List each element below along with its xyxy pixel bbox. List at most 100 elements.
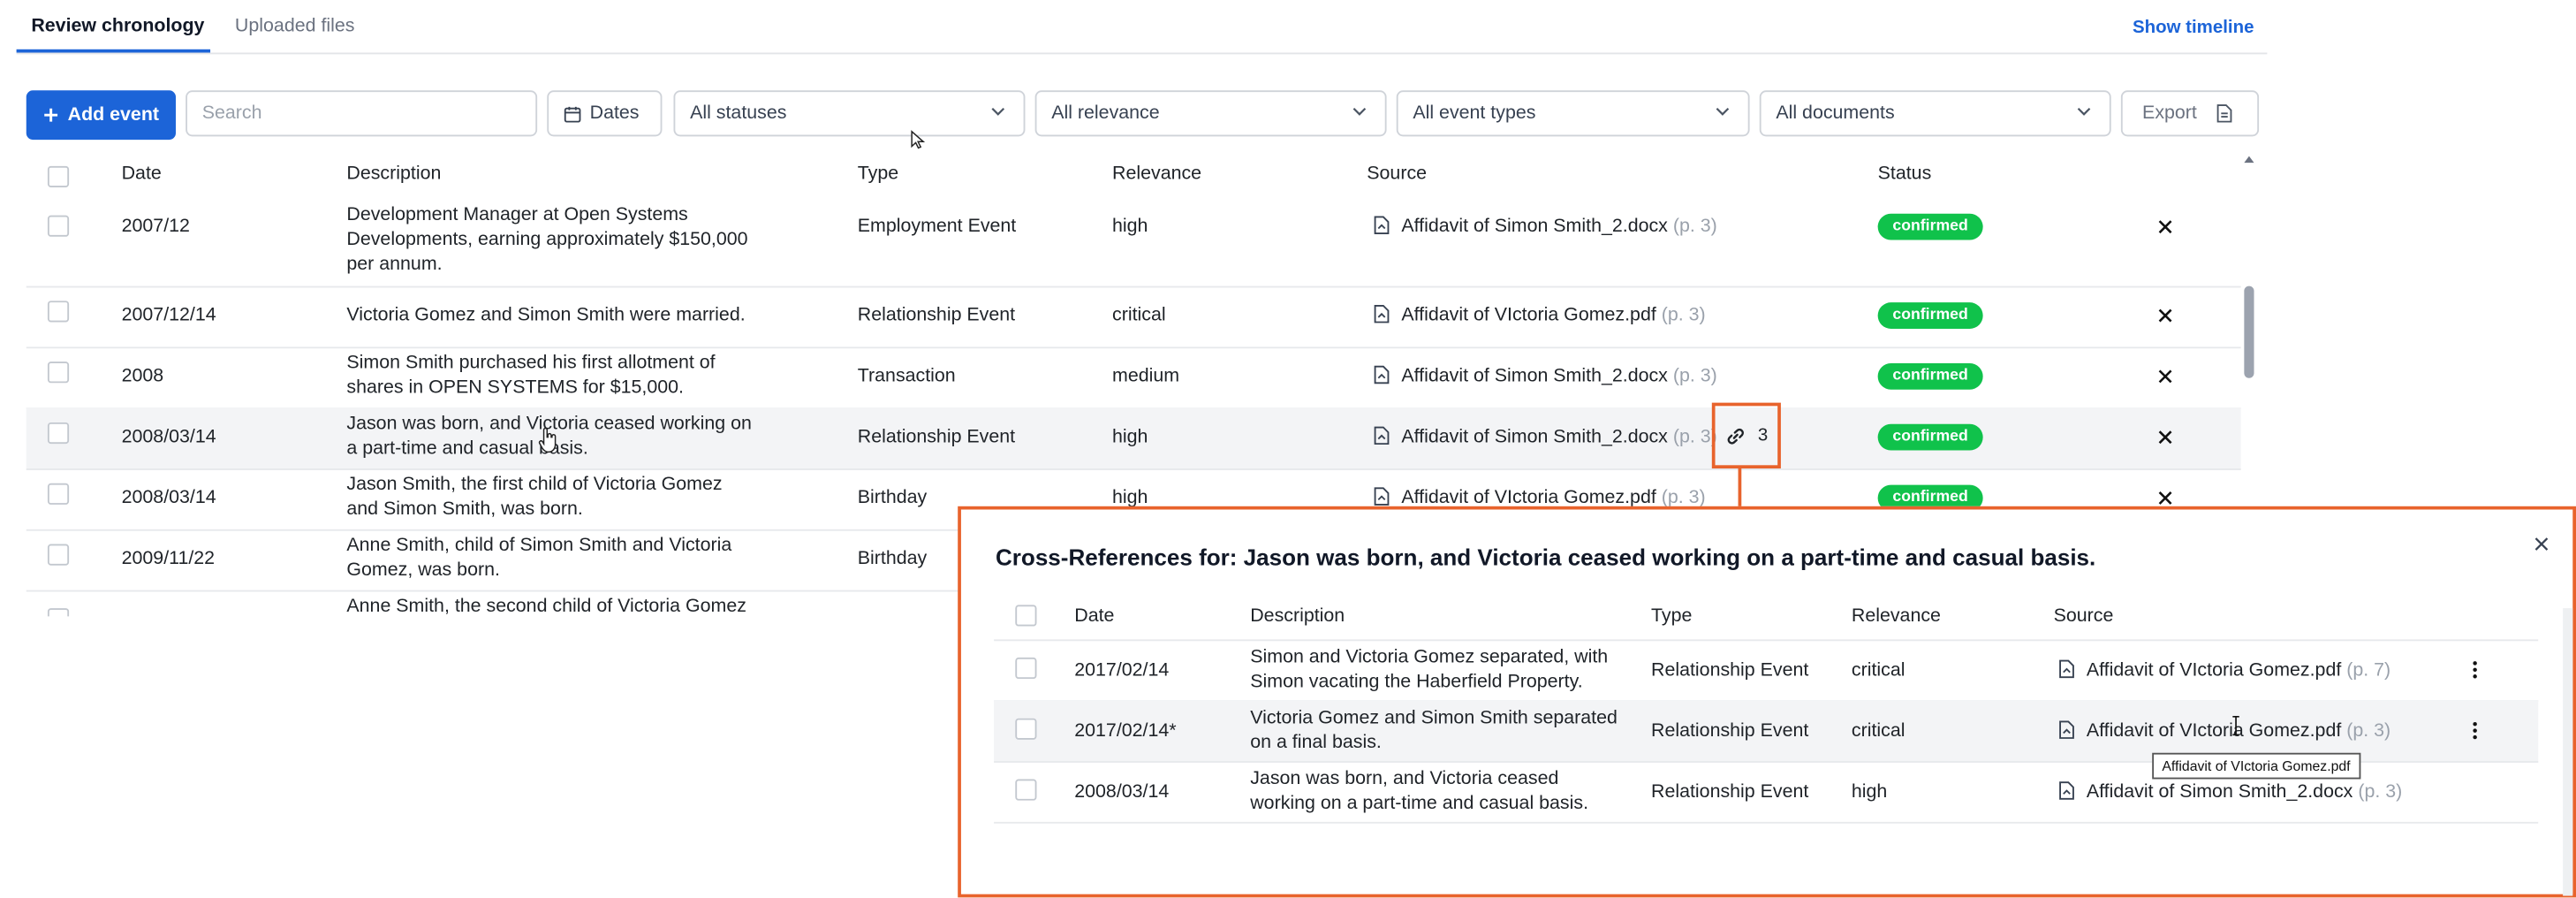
cross-reference-button[interactable]: 3: [1711, 402, 1781, 469]
row-description-line: Simon Smith purchased his first allotmen…: [346, 353, 716, 374]
cursor-arrow-icon: [911, 130, 926, 149]
row-date: 2007/12: [121, 217, 190, 237]
row-description-line: Victoria Gomez and Simon Smith separated: [1250, 708, 1618, 728]
row-relevance: medium: [1112, 366, 1180, 387]
text-cursor-icon: [2232, 715, 2239, 736]
column-header-relevance: Relevance: [1112, 164, 1202, 185]
status-badge: confirmed: [1877, 362, 1983, 390]
document-icon: [1374, 216, 1390, 235]
tab-review-chronology[interactable]: Review chronology: [31, 17, 204, 36]
table-row[interactable]: 2008/03/14 Jason was born, and Victoria …: [26, 407, 2241, 470]
table-row[interactable]: 2007/12/14 Victoria Gomez and Simon Smit…: [26, 286, 2241, 349]
row-source[interactable]: Affidavit of VIctoria Gomez.pdf (p. 3): [2058, 720, 2390, 745]
row-checkbox[interactable]: [47, 422, 70, 445]
row-source[interactable]: Affidavit of VIctoria Gomez.pdf (p. 3): [1374, 304, 1706, 329]
search-placeholder: Search: [201, 103, 262, 124]
export-button[interactable]: Export: [2120, 90, 2260, 137]
dates-button[interactable]: Dates: [547, 90, 663, 137]
row-source[interactable]: Affidavit of VIctoria Gomez.pdf (p. 7): [2058, 659, 2390, 684]
row-description: Development Manager at Open Systems Deve…: [346, 204, 774, 278]
export-file-icon: [2217, 104, 2232, 123]
table-row[interactable]: 2008 Simon Smith purchased his first all…: [26, 346, 2241, 410]
document-icon: [1374, 426, 1390, 445]
kebab-icon[interactable]: [2473, 721, 2478, 740]
row-description-line: working on a part-time and casual basis.: [1250, 794, 1589, 814]
row-date: 2008/03/14: [121, 427, 216, 447]
cross-references-panel: Cross-References for: Jason was born, an…: [958, 506, 2576, 898]
row-checkbox[interactable]: [47, 215, 70, 237]
chevron-down-icon: [1352, 107, 1367, 116]
document-filter-select[interactable]: All documents: [1759, 90, 2111, 137]
row-source[interactable]: Affidavit of Simon Smith_2.docx (p. 3): [1374, 216, 1717, 240]
row-description-line: shares in OPEN SYSTEMS for $15,000.: [346, 377, 684, 399]
active-tab-indicator: [16, 49, 211, 53]
row-checkbox[interactable]: [1015, 718, 1037, 740]
table-row[interactable]: 2017/02/14 Simon and Victoria Gomez sepa…: [994, 639, 2539, 703]
row-source-name: Affidavit of VIctoria Gomez.pdf: [1401, 488, 1656, 508]
row-description-line: a part-time and casual basis.: [346, 438, 588, 459]
close-icon[interactable]: [2157, 490, 2174, 506]
row-description: Jason Smith, the first child of Victoria…: [346, 474, 790, 523]
status-filter-value: All statuses: [690, 103, 787, 124]
chevron-down-icon: [991, 107, 1005, 116]
document-icon: [1374, 365, 1390, 384]
close-icon[interactable]: [2157, 308, 2174, 324]
row-checkbox[interactable]: [47, 361, 70, 384]
row-type: Relationship Event: [1650, 660, 1809, 681]
row-relevance: critical: [1851, 721, 1905, 742]
close-icon[interactable]: [2157, 369, 2174, 385]
row-date: 2008: [121, 366, 164, 387]
document-filter-value: All documents: [1776, 103, 1895, 124]
column-header-type: Type: [857, 164, 899, 185]
row-description: Anne Smith, child of Simon Smith and Vic…: [346, 534, 790, 583]
event-type-filter-value: All event types: [1413, 103, 1536, 124]
row-checkbox[interactable]: [47, 483, 70, 505]
row-checkbox[interactable]: [47, 301, 70, 323]
row-source-name: Affidavit of VIctoria Gomez.pdf: [2086, 721, 2342, 742]
close-icon[interactable]: [2157, 218, 2174, 235]
cursor-hand-icon: [538, 427, 557, 453]
show-timeline-link[interactable]: Show timeline: [2133, 18, 2254, 37]
scroll-up-icon[interactable]: [2242, 155, 2255, 164]
chevron-down-icon: [2077, 107, 2091, 116]
search-input[interactable]: Search: [186, 90, 538, 137]
row-checkbox[interactable]: [1015, 779, 1037, 801]
row-source[interactable]: Affidavit of Simon Smith_2.docx (p. 3): [2058, 780, 2402, 805]
row-type: Transaction: [857, 366, 956, 387]
column-header-source: Source: [2053, 606, 2114, 627]
tab-uploaded-files[interactable]: Uploaded files: [235, 17, 355, 36]
table-row[interactable]: 2007/12 Development Manager at Open Syst…: [26, 201, 2241, 288]
document-icon: [2059, 720, 2074, 739]
row-checkbox[interactable]: [47, 608, 70, 617]
row-description-line: per annum.: [346, 255, 443, 275]
status-filter-select[interactable]: All statuses: [673, 90, 1026, 137]
row-type: Employment Event: [857, 217, 1017, 237]
column-header-date: Date: [1074, 606, 1115, 627]
column-header-date: Date: [121, 164, 162, 185]
row-source[interactable]: Affidavit of Simon Smith_2.docx (p. 3): [1374, 365, 1717, 390]
row-source-page: (p. 3): [1672, 366, 1717, 387]
scroll-thumb[interactable]: [2244, 285, 2254, 378]
kebab-icon[interactable]: [2473, 661, 2478, 679]
row-type: Relationship Event: [857, 305, 1016, 326]
row-source-page: (p. 3): [2358, 782, 2403, 803]
select-all-checkbox[interactable]: [1015, 605, 1037, 627]
column-header-status: Status: [1877, 164, 1932, 185]
row-source-page: (p. 3): [1661, 488, 1706, 508]
close-icon[interactable]: [2534, 536, 2550, 552]
row-date: 2017/02/14: [1074, 660, 1170, 681]
row-source[interactable]: Affidavit of Simon Smith_2.docx (p. 3): [1374, 426, 1717, 451]
row-checkbox[interactable]: [1015, 657, 1037, 680]
row-source-page: (p. 3): [2346, 721, 2391, 742]
document-icon: [1374, 487, 1390, 506]
close-icon[interactable]: [2157, 429, 2174, 445]
add-event-button[interactable]: Add event: [26, 90, 176, 141]
relevance-filter-select[interactable]: All relevance: [1034, 90, 1387, 137]
event-type-filter-select[interactable]: All event types: [1396, 90, 1750, 137]
row-description: Victoria Gomez and Simon Smith were marr…: [346, 304, 790, 329]
row-description-line: Developments, earning approximately $150…: [346, 230, 748, 250]
row-relevance: critical: [1112, 305, 1166, 326]
dates-label: Dates: [589, 103, 640, 124]
row-checkbox[interactable]: [47, 544, 70, 566]
select-all-checkbox[interactable]: [47, 165, 70, 188]
